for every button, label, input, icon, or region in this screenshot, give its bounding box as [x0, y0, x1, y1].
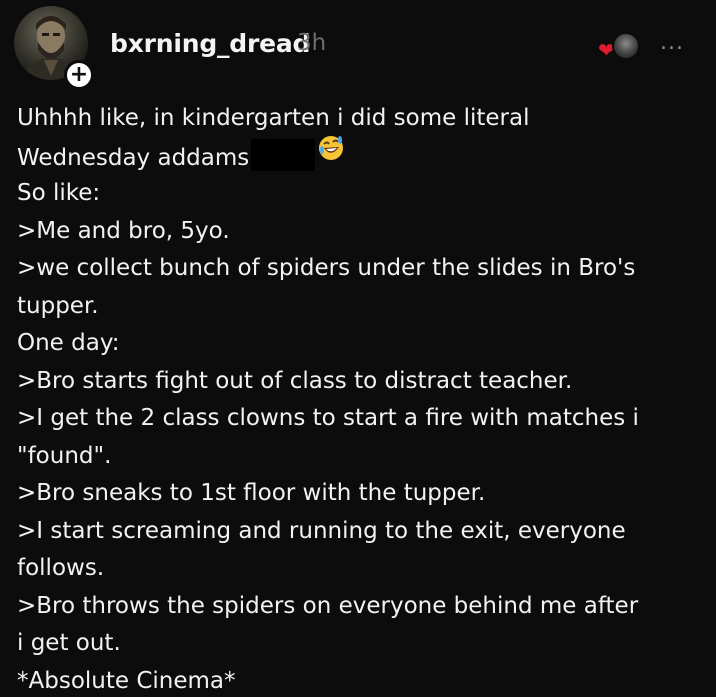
post-timestamp: 3h [297, 30, 327, 56]
redaction-block [251, 138, 316, 171]
author-avatar-container[interactable]: + [14, 6, 94, 90]
post-line: One day: [17, 330, 120, 356]
post-line-text: Wednesday addams [17, 144, 250, 171]
post-line: >we collect bunch of spiders under the s… [17, 255, 636, 281]
more-options-button[interactable]: ... [660, 32, 684, 54]
post-line: *Absolute Cinema* [17, 667, 236, 694]
post-line: Uhhhh like, in kindergarten i did some l… [17, 105, 530, 131]
post-line: >Bro throws the spiders on everyone behi… [17, 592, 639, 619]
post-line: >Bro starts fight out of class to distra… [17, 367, 573, 394]
post-line: >Bro sneaks to 1st floor with the tupper… [17, 480, 486, 506]
rolling-laughing-emoji-icon [317, 134, 345, 175]
reactor-avatar [612, 32, 640, 60]
post-line: "found". [17, 442, 112, 469]
follow-plus-button[interactable]: + [64, 60, 94, 90]
post-line: >Me and bro, 5yo. [17, 217, 230, 244]
post-line: So like: [17, 180, 101, 206]
post-header: + bxrning_dread 3h ❤ ... [0, 0, 716, 100]
post-line: >I start screaming and running to the ex… [17, 517, 626, 544]
post-line: tupper. [17, 292, 99, 319]
plus-icon: + [69, 62, 89, 87]
post-line: i get out. [17, 630, 121, 656]
post-line: follows. [17, 555, 105, 581]
post-line: >I get the 2 class clowns to start a fir… [17, 405, 639, 431]
post-line-with-redaction: Wednesday addams [17, 135, 697, 176]
post-body: Uhhhh like, in kindergarten i did some l… [17, 100, 697, 697]
reaction-summary[interactable]: ❤ [598, 30, 640, 60]
author-username[interactable]: bxrning_dread [110, 29, 310, 58]
